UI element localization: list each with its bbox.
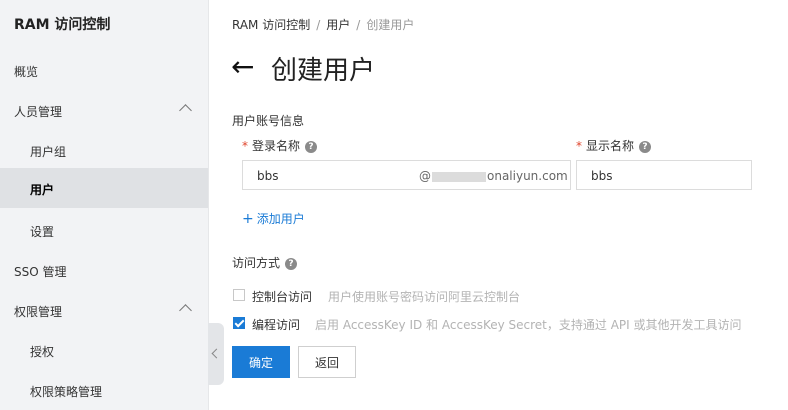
- console-access-description: 用户使用账号密码访问阿里云控制台: [328, 290, 521, 304]
- login-name-value: bbs: [257, 169, 279, 183]
- login-name-label: * 登录名称?: [242, 137, 318, 154]
- chevron-up-icon[interactable]: [179, 304, 192, 317]
- help-icon[interactable]: ?: [285, 257, 298, 270]
- sidebar: RAM 访问控制 概览 人员管理 用户组 用户 设置 SSO 管理 权限管理 授…: [0, 0, 209, 410]
- help-icon[interactable]: ?: [305, 140, 318, 153]
- display-name-label-text: 显示名称: [586, 139, 635, 153]
- required-mark: *: [242, 139, 248, 153]
- sidebar-item-label: 用户组: [30, 145, 67, 159]
- required-mark: *: [576, 139, 582, 153]
- programmatic-access-checkbox[interactable]: [233, 317, 245, 329]
- login-name-input[interactable]: bbs @ onaliyun.com: [242, 160, 571, 190]
- breadcrumb-item-current: 创建用户: [366, 18, 415, 32]
- add-user-button[interactable]: + 添加用户: [242, 210, 305, 227]
- console-access-checkbox[interactable]: [233, 289, 245, 301]
- sidebar-item-label: 授权: [30, 345, 55, 359]
- sidebar-item-policies[interactable]: 权限策略管理: [0, 370, 208, 410]
- sidebar-item-label: 设置: [30, 225, 55, 239]
- back-button[interactable]: 返回: [298, 346, 356, 378]
- breadcrumb-separator: /: [356, 18, 361, 32]
- sidebar-title: RAM 访问控制: [14, 17, 111, 33]
- sidebar-item-label: SSO 管理: [14, 265, 67, 279]
- add-user-label: 添加用户: [256, 212, 305, 226]
- back-arrow-icon[interactable]: ←: [231, 52, 254, 82]
- chevron-up-icon[interactable]: [179, 104, 192, 117]
- sidebar-item-label: 用户: [30, 183, 55, 197]
- programmatic-access-description: 启用 AccessKey ID 和 AccessKey Secret，支持通过 …: [315, 318, 742, 332]
- suffix-domain: onaliyun.com: [487, 169, 568, 183]
- display-name-value: bbs: [591, 169, 613, 183]
- confirm-button[interactable]: 确定: [232, 346, 290, 378]
- sidebar-item-label: 人员管理: [14, 105, 63, 119]
- display-name-input[interactable]: bbs: [576, 160, 752, 190]
- sidebar-item-groups[interactable]: 用户组: [0, 130, 208, 170]
- breadcrumb: RAM 访问控制 / 用户 / 创建用户: [232, 16, 414, 33]
- sidebar-item-settings[interactable]: 设置: [0, 210, 208, 250]
- access-section-label-text: 访问方式: [232, 256, 281, 270]
- sidebar-item-grants[interactable]: 授权: [0, 330, 208, 370]
- suffix-at: @: [419, 169, 431, 183]
- sidebar-item-sso[interactable]: SSO 管理: [0, 250, 208, 290]
- sidebar-item-users[interactable]: 用户: [0, 168, 208, 208]
- sidebar-item-overview[interactable]: 概览: [0, 50, 208, 90]
- sidebar-item-label: 概览: [14, 65, 39, 79]
- breadcrumb-separator: /: [316, 18, 321, 32]
- sidebar-item-label: 权限策略管理: [30, 385, 103, 399]
- sidebar-item-label: 权限管理: [14, 305, 63, 319]
- help-icon[interactable]: ?: [639, 140, 652, 153]
- login-domain-suffix: @ onaliyun.com: [419, 169, 568, 183]
- display-name-label: * 显示名称?: [576, 137, 652, 154]
- masked-account-id: [432, 171, 486, 182]
- breadcrumb-item-ram[interactable]: RAM 访问控制: [232, 18, 310, 32]
- login-name-label-text: 登录名称: [252, 139, 301, 153]
- sidebar-item-identities[interactable]: 人员管理: [0, 90, 208, 130]
- plus-icon: +: [242, 211, 254, 227]
- breadcrumb-item-users[interactable]: 用户: [326, 18, 350, 32]
- console-access-label[interactable]: 控制台访问: [252, 288, 312, 305]
- main-content: RAM 访问控制 / 用户 / 创建用户 ← 创建用户 用户账号信息 * 登录名称? * 显…: [209, 0, 788, 410]
- sidebar-item-permissions[interactable]: 权限管理: [0, 290, 208, 330]
- account-info-section-label: 用户账号信息: [232, 114, 305, 128]
- programmatic-access-label[interactable]: 编程访问: [252, 316, 300, 333]
- access-section-label: 访问方式?: [232, 254, 298, 271]
- page-title: 创建用户: [271, 56, 376, 86]
